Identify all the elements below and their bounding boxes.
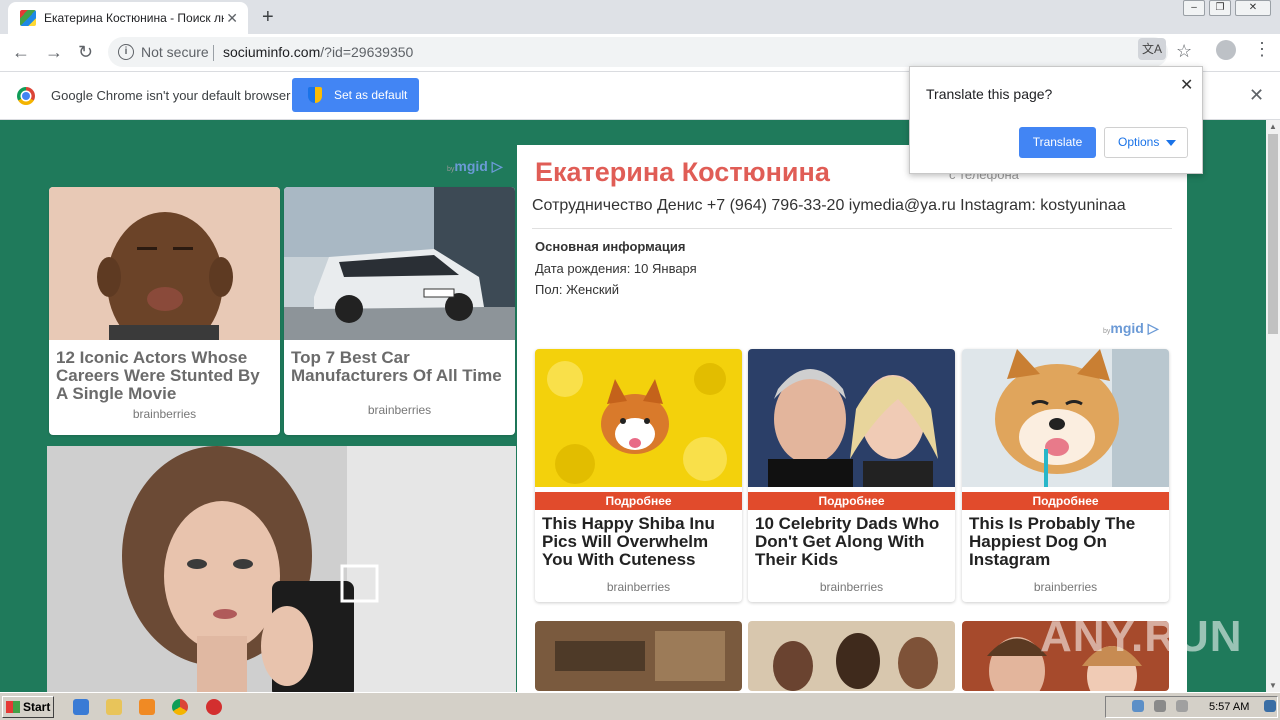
- tab-close-icon[interactable]: ✕: [226, 10, 238, 27]
- info-icon[interactable]: i: [118, 44, 134, 60]
- translate-popup: Translate this page? ✕ Translate Options: [909, 66, 1203, 174]
- window-close-button[interactable]: ✕: [1235, 0, 1271, 16]
- windows-flag-icon: [6, 701, 20, 713]
- options-label: Options: [1118, 135, 1160, 149]
- forward-arrow-icon[interactable]: →: [45, 42, 63, 63]
- system-tray: [1105, 696, 1278, 718]
- ad-tile-shiba[interactable]: Подробнее This Happy Shiba Inu Pics Will…: [535, 349, 742, 602]
- translate-options-button[interactable]: Options: [1104, 127, 1188, 158]
- ad-image-partial: [748, 621, 955, 691]
- network-icon[interactable]: [1132, 700, 1144, 712]
- ad-tile-partial[interactable]: [535, 621, 742, 691]
- ad-tile-celebrity-dads[interactable]: Подробнее 10 Celebrity Dads Who Don't Ge…: [748, 349, 955, 602]
- profile-status: Сотрудничество Денис +7 (964) 796-33-20 …: [532, 197, 1126, 214]
- infobar-close-icon[interactable]: ✕: [1249, 85, 1264, 106]
- page-content: bymgid ▷ 12 Iconic Actors Whose Careers …: [0, 120, 1266, 692]
- birthday-field: Дата рождения: 10 Января: [535, 261, 697, 276]
- tab-strip: Екатерина Костюнина - Поиск люд... ✕ + –…: [0, 0, 1280, 34]
- reload-icon[interactable]: ↻: [78, 42, 93, 63]
- ad-source: brainberries: [819, 580, 884, 594]
- folder-icon[interactable]: [106, 699, 122, 715]
- url-path: /?id=29639350: [320, 44, 414, 60]
- more-label[interactable]: Подробнее: [962, 492, 1169, 510]
- scroll-thumb[interactable]: [1268, 134, 1278, 334]
- ad-source: brainberries: [367, 403, 432, 417]
- new-tab-button[interactable]: +: [262, 6, 274, 29]
- ad-title[interactable]: Top 7 Best Car Manufacturers Of All Time: [284, 345, 515, 389]
- page-scrollbar[interactable]: ▲ ▼: [1266, 120, 1280, 692]
- profile-photo[interactable]: [47, 446, 516, 692]
- ad-title[interactable]: 10 Celebrity Dads Who Don't Get Along Wi…: [748, 510, 955, 580]
- profile-avatar-icon[interactable]: [1216, 40, 1236, 60]
- ad-title[interactable]: This Is Probably The Happiest Dog On Ins…: [962, 510, 1169, 580]
- ad-card-cars[interactable]: Top 7 Best Car Manufacturers Of All Time…: [284, 187, 515, 435]
- ad-title[interactable]: This Happy Shiba Inu Pics Will Overwhelm…: [535, 510, 742, 580]
- profile-card: Екатерина Костюнина с телефона Сотруднич…: [517, 145, 1187, 692]
- site-favicon-icon: [20, 10, 36, 26]
- ad-title[interactable]: 12 Iconic Actors Whose Careers Were Stun…: [49, 345, 280, 407]
- ad-source: brainberries: [132, 407, 197, 421]
- scroll-up-icon[interactable]: ▲: [1269, 122, 1277, 131]
- browser-tab[interactable]: Екатерина Костюнина - Поиск люд... ✕: [8, 2, 248, 34]
- ad-image-celebrity-dads: [748, 349, 955, 487]
- ad-image-car-photo: [284, 187, 515, 340]
- infobar-message: Google Chrome isn't your default browser: [51, 88, 291, 103]
- bookmark-star-icon[interactable]: ☆: [1176, 41, 1192, 62]
- more-label[interactable]: Подробнее: [748, 492, 955, 510]
- ad-image-happy-dog: [962, 349, 1169, 487]
- set-default-label: Set as default: [334, 88, 408, 102]
- profile-name: Екатерина Костюнина: [535, 157, 830, 187]
- section-title: Основная информация: [535, 239, 686, 254]
- back-arrow-icon[interactable]: ←: [12, 42, 30, 63]
- set-default-button[interactable]: Set as default: [292, 78, 419, 112]
- media-player-icon[interactable]: [139, 699, 155, 715]
- security-label[interactable]: Not secure: [141, 44, 209, 60]
- url-text[interactable]: sociuminfo.com/?id=29639350: [223, 44, 413, 60]
- scroll-down-icon[interactable]: ▼: [1269, 681, 1277, 690]
- translate-close-icon[interactable]: ✕: [1180, 75, 1193, 95]
- watermark: ANY.RUN: [1040, 612, 1243, 661]
- monitor-icon[interactable]: [1264, 700, 1276, 712]
- clock[interactable]: 5:57 AM: [1209, 701, 1249, 713]
- volume-icon[interactable]: [1154, 700, 1166, 712]
- menu-kebab-icon[interactable]: ⋮: [1253, 39, 1271, 60]
- windows-taskbar: Start 5:57 AM: [0, 692, 1280, 720]
- minimize-button[interactable]: –: [1183, 0, 1205, 16]
- restore-button[interactable]: ❐: [1209, 0, 1231, 16]
- translate-question: Translate this page?: [926, 86, 1053, 102]
- ad-image-actor-photo: [49, 187, 280, 352]
- ad-source: brainberries: [606, 580, 671, 594]
- ad-tile-happy-dog[interactable]: Подробнее This Is Probably The Happiest …: [962, 349, 1169, 602]
- chrome-logo-icon: [17, 87, 35, 105]
- tab-title: Екатерина Костюнина - Поиск люд...: [44, 11, 224, 25]
- flag-tray-icon[interactable]: [1176, 700, 1188, 712]
- ad-card-actors[interactable]: 12 Iconic Actors Whose Careers Were Stun…: [49, 187, 280, 435]
- chrome-taskbar-icon[interactable]: [172, 699, 188, 715]
- ad-image-partial: [535, 621, 742, 691]
- ie-icon[interactable]: [73, 699, 89, 715]
- shield-icon: [308, 87, 322, 103]
- ad-tile-partial[interactable]: [748, 621, 955, 691]
- translate-button[interactable]: Translate: [1019, 127, 1096, 158]
- omnibox-separator: [213, 45, 214, 61]
- start-button[interactable]: Start: [2, 696, 54, 718]
- more-label[interactable]: Подробнее: [535, 492, 742, 510]
- profile-photo-image: [47, 446, 516, 692]
- mgid-logo[interactable]: bymgid ▷: [1103, 320, 1159, 337]
- ad-image-shiba-flowers: [535, 349, 742, 487]
- opera-icon[interactable]: [206, 699, 222, 715]
- divider: [532, 228, 1172, 229]
- address-bar[interactable]: i Not secure sociuminfo.com/?id=29639350: [108, 37, 1168, 67]
- mgid-logo[interactable]: bymgid ▷: [447, 158, 503, 175]
- url-domain: sociuminfo.com: [223, 44, 321, 60]
- translate-icon[interactable]: 文A: [1138, 38, 1166, 60]
- gender-field: Пол: Женский: [535, 282, 620, 297]
- ad-source: brainberries: [1033, 580, 1098, 594]
- start-label: Start: [23, 700, 51, 714]
- dropdown-caret-icon: [1166, 140, 1176, 146]
